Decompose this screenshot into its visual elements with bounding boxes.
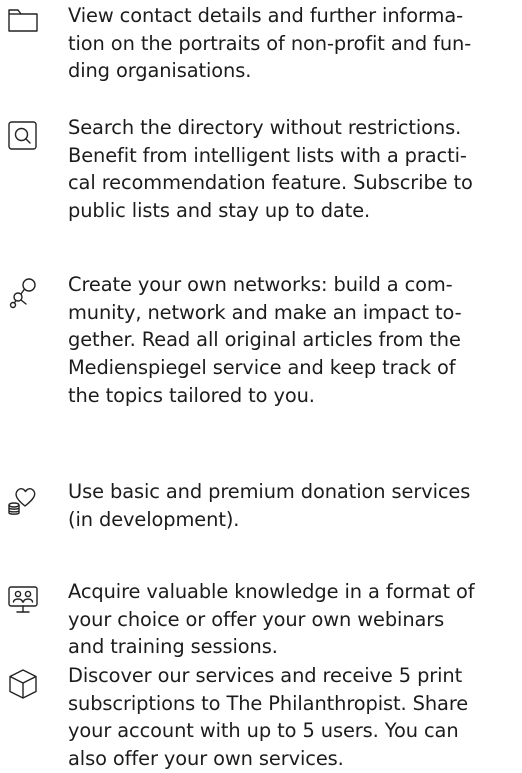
folder-icon [6,2,40,36]
package-icon [6,667,40,701]
search-icon [6,119,40,153]
feature-text: Search the directory without restriction… [68,116,473,223]
feature-text: Use basic and premium donation services … [68,480,471,531]
network-icon [6,276,40,310]
feature-list: View contact details and further informa… [0,0,522,770]
feature-text: View contact details and further informa… [68,4,472,83]
feature-text: Discover our services and receive 5 prin… [68,664,469,771]
donation-icon [6,483,40,517]
webinar-icon [6,583,40,617]
feature-text: Create your own networks: build a com- m… [68,273,462,407]
feature-text: Acquire valuable knowledge in a format o… [68,580,475,659]
